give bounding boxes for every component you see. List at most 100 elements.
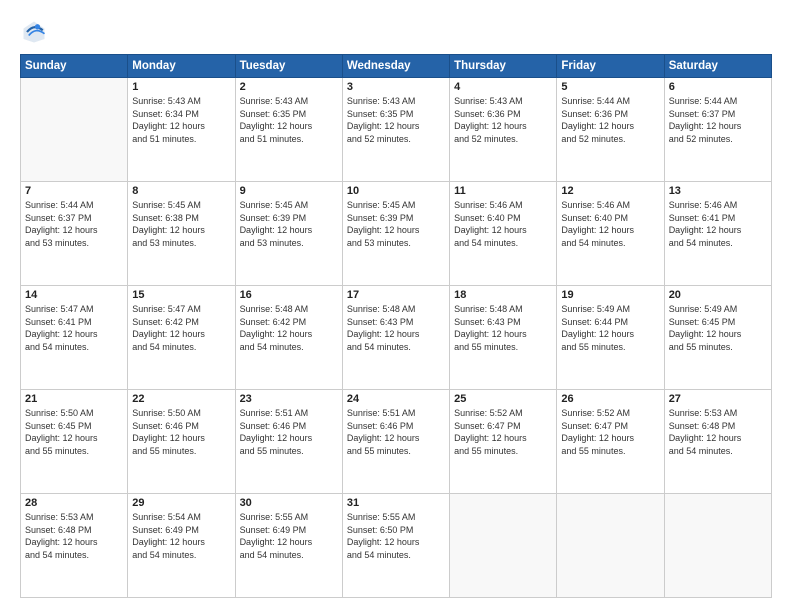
cell-info: Sunrise: 5:52 AM Sunset: 6:47 PM Dayligh… <box>561 407 659 457</box>
cell-info: Sunrise: 5:46 AM Sunset: 6:40 PM Dayligh… <box>561 199 659 249</box>
calendar-header-row: SundayMondayTuesdayWednesdayThursdayFrid… <box>21 55 772 78</box>
calendar-cell: 11 Sunrise: 5:46 AM Sunset: 6:40 PM Dayli… <box>450 182 557 286</box>
calendar-week-row: 1 Sunrise: 5:43 AM Sunset: 6:34 PM Daylig… <box>21 78 772 182</box>
cell-info: Sunrise: 5:47 AM Sunset: 6:41 PM Dayligh… <box>25 303 123 353</box>
calendar-cell <box>21 78 128 182</box>
day-number: 12 <box>561 185 659 197</box>
day-number: 20 <box>669 289 767 301</box>
day-number: 10 <box>347 185 445 197</box>
cell-info: Sunrise: 5:44 AM Sunset: 6:36 PM Dayligh… <box>561 95 659 145</box>
day-number: 11 <box>454 185 552 197</box>
calendar-cell: 2 Sunrise: 5:43 AM Sunset: 6:35 PM Daylig… <box>235 78 342 182</box>
cell-info: Sunrise: 5:51 AM Sunset: 6:46 PM Dayligh… <box>240 407 338 457</box>
cell-info: Sunrise: 5:54 AM Sunset: 6:49 PM Dayligh… <box>132 511 230 561</box>
day-number: 7 <box>25 185 123 197</box>
calendar-week-row: 21Sunrise: 5:50 AM Sunset: 6:45 PM Dayli… <box>21 390 772 494</box>
cell-info: Sunrise: 5:45 AM Sunset: 6:39 PM Dayligh… <box>240 199 338 249</box>
day-number: 13 <box>669 185 767 197</box>
cell-info: Sunrise: 5:49 AM Sunset: 6:45 PM Dayligh… <box>669 303 767 353</box>
col-header-sunday: Sunday <box>21 55 128 78</box>
day-number: 6 <box>669 81 767 93</box>
calendar-cell: 13Sunrise: 5:46 AM Sunset: 6:41 PM Dayli… <box>664 182 771 286</box>
calendar-cell: 12 Sunrise: 5:46 AM Sunset: 6:40 PM Dayli… <box>557 182 664 286</box>
cell-info: Sunrise: 5:52 AM Sunset: 6:47 PM Dayligh… <box>454 407 552 457</box>
cell-info: Sunrise: 5:55 AM Sunset: 6:50 PM Dayligh… <box>347 511 445 561</box>
calendar-cell: 3 Sunrise: 5:43 AM Sunset: 6:35 PM Daylig… <box>342 78 449 182</box>
calendar-table: SundayMondayTuesdayWednesdayThursdayFrid… <box>20 54 772 598</box>
cell-info: Sunrise: 5:45 AM Sunset: 6:39 PM Dayligh… <box>347 199 445 249</box>
calendar-cell: 15 Sunrise: 5:47 AM Sunset: 6:42 PM Dayli… <box>128 286 235 390</box>
calendar-week-row: 28 Sunrise: 5:53 AM Sunset: 6:48 PM Dayli… <box>21 494 772 598</box>
cell-info: Sunrise: 5:53 AM Sunset: 6:48 PM Dayligh… <box>669 407 767 457</box>
calendar-cell: 19 Sunrise: 5:49 AM Sunset: 6:44 PM Dayli… <box>557 286 664 390</box>
day-number: 4 <box>454 81 552 93</box>
calendar-cell: 8 Sunrise: 5:45 AM Sunset: 6:38 PM Daylig… <box>128 182 235 286</box>
calendar-cell: 6Sunrise: 5:44 AM Sunset: 6:37 PM Daylig… <box>664 78 771 182</box>
cell-info: Sunrise: 5:45 AM Sunset: 6:38 PM Dayligh… <box>132 199 230 249</box>
col-header-wednesday: Wednesday <box>342 55 449 78</box>
day-number: 17 <box>347 289 445 301</box>
day-number: 16 <box>240 289 338 301</box>
day-number: 30 <box>240 497 338 509</box>
day-number: 27 <box>669 393 767 405</box>
calendar-cell: 20 Sunrise: 5:49 AM Sunset: 6:45 PM Dayli… <box>664 286 771 390</box>
calendar-cell: 27 Sunrise: 5:53 AM Sunset: 6:48 PM Dayli… <box>664 390 771 494</box>
day-number: 18 <box>454 289 552 301</box>
day-number: 26 <box>561 393 659 405</box>
day-number: 31 <box>347 497 445 509</box>
cell-info: Sunrise: 5:55 AM Sunset: 6:49 PM Dayligh… <box>240 511 338 561</box>
day-number: 21 <box>25 393 123 405</box>
calendar-cell: 29Sunrise: 5:54 AM Sunset: 6:49 PM Dayli… <box>128 494 235 598</box>
cell-info: Sunrise: 5:49 AM Sunset: 6:44 PM Dayligh… <box>561 303 659 353</box>
calendar-week-row: 7Sunrise: 5:44 AM Sunset: 6:37 PM Daylig… <box>21 182 772 286</box>
col-header-friday: Friday <box>557 55 664 78</box>
calendar-cell: 14 Sunrise: 5:47 AM Sunset: 6:41 PM Dayli… <box>21 286 128 390</box>
day-number: 24 <box>347 393 445 405</box>
col-header-thursday: Thursday <box>450 55 557 78</box>
calendar-cell: 10 Sunrise: 5:45 AM Sunset: 6:39 PM Dayli… <box>342 182 449 286</box>
day-number: 14 <box>25 289 123 301</box>
calendar-cell: 16 Sunrise: 5:48 AM Sunset: 6:42 PM Dayli… <box>235 286 342 390</box>
calendar-cell: 23Sunrise: 5:51 AM Sunset: 6:46 PM Dayli… <box>235 390 342 494</box>
calendar-cell: 4 Sunrise: 5:43 AM Sunset: 6:36 PM Daylig… <box>450 78 557 182</box>
cell-info: Sunrise: 5:53 AM Sunset: 6:48 PM Dayligh… <box>25 511 123 561</box>
cell-info: Sunrise: 5:43 AM Sunset: 6:36 PM Dayligh… <box>454 95 552 145</box>
calendar-week-row: 14 Sunrise: 5:47 AM Sunset: 6:41 PM Dayli… <box>21 286 772 390</box>
logo-icon <box>20 18 48 46</box>
calendar-cell: 5 Sunrise: 5:44 AM Sunset: 6:36 PM Daylig… <box>557 78 664 182</box>
day-number: 9 <box>240 185 338 197</box>
cell-info: Sunrise: 5:47 AM Sunset: 6:42 PM Dayligh… <box>132 303 230 353</box>
day-number: 19 <box>561 289 659 301</box>
cell-info: Sunrise: 5:46 AM Sunset: 6:40 PM Dayligh… <box>454 199 552 249</box>
cell-info: Sunrise: 5:43 AM Sunset: 6:35 PM Dayligh… <box>240 95 338 145</box>
col-header-tuesday: Tuesday <box>235 55 342 78</box>
day-number: 5 <box>561 81 659 93</box>
day-number: 1 <box>132 81 230 93</box>
day-number: 15 <box>132 289 230 301</box>
cell-info: Sunrise: 5:48 AM Sunset: 6:42 PM Dayligh… <box>240 303 338 353</box>
calendar-cell: 17Sunrise: 5:48 AM Sunset: 6:43 PM Dayli… <box>342 286 449 390</box>
cell-info: Sunrise: 5:50 AM Sunset: 6:46 PM Dayligh… <box>132 407 230 457</box>
calendar-cell: 21Sunrise: 5:50 AM Sunset: 6:45 PM Dayli… <box>21 390 128 494</box>
calendar-cell <box>557 494 664 598</box>
calendar-cell: 24Sunrise: 5:51 AM Sunset: 6:46 PM Dayli… <box>342 390 449 494</box>
day-number: 3 <box>347 81 445 93</box>
calendar-cell: 18 Sunrise: 5:48 AM Sunset: 6:43 PM Dayli… <box>450 286 557 390</box>
cell-info: Sunrise: 5:43 AM Sunset: 6:34 PM Dayligh… <box>132 95 230 145</box>
header <box>20 18 772 46</box>
cell-info: Sunrise: 5:48 AM Sunset: 6:43 PM Dayligh… <box>454 303 552 353</box>
day-number: 28 <box>25 497 123 509</box>
col-header-saturday: Saturday <box>664 55 771 78</box>
calendar-cell: 7Sunrise: 5:44 AM Sunset: 6:37 PM Daylig… <box>21 182 128 286</box>
day-number: 8 <box>132 185 230 197</box>
cell-info: Sunrise: 5:43 AM Sunset: 6:35 PM Dayligh… <box>347 95 445 145</box>
logo <box>20 18 52 46</box>
calendar-cell: 1 Sunrise: 5:43 AM Sunset: 6:34 PM Daylig… <box>128 78 235 182</box>
day-number: 25 <box>454 393 552 405</box>
calendar-cell: 26 Sunrise: 5:52 AM Sunset: 6:47 PM Dayli… <box>557 390 664 494</box>
calendar-cell: 25 Sunrise: 5:52 AM Sunset: 6:47 PM Dayli… <box>450 390 557 494</box>
calendar-cell <box>664 494 771 598</box>
calendar-cell: 30 Sunrise: 5:55 AM Sunset: 6:49 PM Dayli… <box>235 494 342 598</box>
day-number: 22 <box>132 393 230 405</box>
day-number: 2 <box>240 81 338 93</box>
